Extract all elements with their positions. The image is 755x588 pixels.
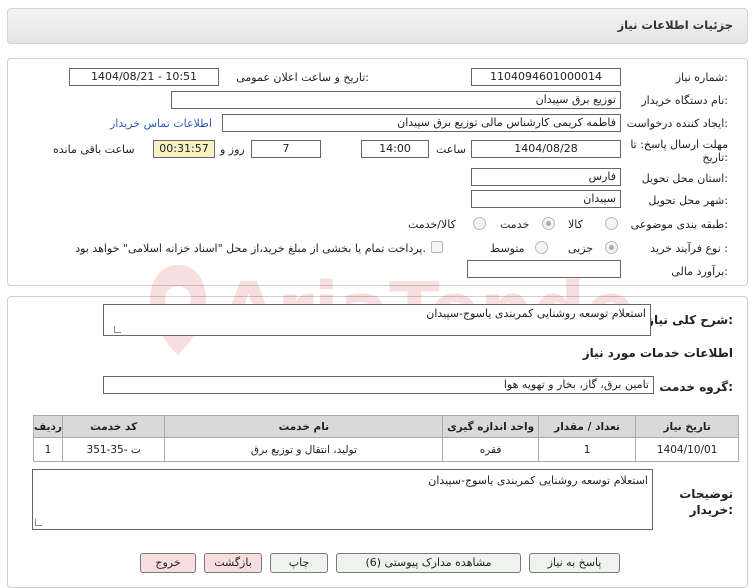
col-row-no: ردیف bbox=[33, 415, 63, 438]
category-goods-label: کالا bbox=[568, 218, 583, 231]
services-table: ردیف کد خدمت نام خدمت واحد اندازه گیری ت… bbox=[33, 415, 739, 462]
treasury-payment-note: پرداخت تمام یا بخشی از مبلغ خرید،از محل … bbox=[75, 242, 426, 255]
category-goods-service-label: کالا/خدمت bbox=[408, 218, 456, 231]
deadline-date-field: 1404/08/28 bbox=[471, 140, 621, 158]
announce-date-field: 1404/08/21 - 10:51 bbox=[69, 68, 219, 86]
estimate-label: برآورد مالی: bbox=[671, 265, 728, 278]
buyer-notes-label: توضیحات bbox=[679, 487, 733, 501]
need-number-label: شماره نیاز: bbox=[675, 71, 728, 84]
deadline-time-field: 14:00 bbox=[361, 140, 429, 158]
creator-field: فاطمه کریمی کارشناس مالی توزیع برق سپیدا… bbox=[222, 114, 621, 132]
treasury-payment-checkbox[interactable] bbox=[431, 241, 443, 253]
service-group-field: تامین برق، گاز، بخار و تهویه هوا bbox=[103, 376, 654, 394]
notes-resize-handle-icon[interactable] bbox=[35, 519, 42, 526]
table-header-row: ردیف کد خدمت نام خدمت واحد اندازه گیری ت… bbox=[33, 415, 739, 438]
category-service-radio[interactable] bbox=[542, 217, 555, 230]
reply-button[interactable]: پاسخ به نیاز bbox=[529, 553, 620, 573]
process-medium-label: متوسط bbox=[490, 242, 525, 255]
deadline-label: مهلت ارسال پاسخ: تا bbox=[630, 138, 728, 151]
page-title: جزئیات اطلاعات نیاز bbox=[617, 18, 733, 32]
description-label: شرح کلی نیاز: bbox=[647, 313, 733, 327]
process-label: نوع فرآیند خرید : bbox=[650, 242, 728, 255]
category-service-label: خدمت bbox=[500, 218, 530, 231]
description-textarea[interactable]: استعلام توسعه روشنایی کمربندی یاسوج-سپید… bbox=[103, 304, 651, 336]
city-field: سپیدان bbox=[471, 190, 621, 208]
view-attachments-button[interactable]: مشاهده مدارک پیوستی (6) bbox=[336, 553, 521, 573]
need-number-field: 1104094601000014 bbox=[471, 68, 621, 86]
col-unit: واحد اندازه گیری bbox=[442, 415, 539, 438]
cell-need-date: 1404/10/01 bbox=[635, 437, 739, 462]
category-label: طبقه بندی موضوعی: bbox=[630, 218, 728, 231]
province-field: فارس bbox=[471, 168, 621, 186]
col-quantity: تعداد / مقدار bbox=[537, 415, 637, 438]
remaining-time-field: 00:31:57 bbox=[153, 140, 215, 158]
creator-label: ایجاد کننده درخواست: bbox=[626, 117, 728, 130]
cell-row-no: 1 bbox=[33, 437, 63, 462]
category-goods-service-radio[interactable] bbox=[473, 217, 486, 230]
deadline-time-label: ساعت bbox=[436, 143, 466, 156]
cell-unit: فقره bbox=[442, 437, 539, 462]
province-label: استان محل تحویل: bbox=[641, 172, 728, 185]
services-section-title: اطلاعات خدمات مورد نیاز bbox=[582, 346, 733, 360]
buyer-org-field: توزیع برق سپیدان bbox=[171, 91, 621, 109]
col-service-name: نام خدمت bbox=[164, 415, 444, 438]
category-goods-radio[interactable] bbox=[605, 217, 618, 230]
deadline-label-date: تاریخ: bbox=[702, 151, 728, 164]
cell-quantity: 1 bbox=[537, 437, 637, 462]
back-button[interactable]: بازگشت bbox=[204, 553, 262, 573]
col-service-code: کد خدمت bbox=[61, 415, 166, 438]
col-need-date: تاریخ نیاز bbox=[635, 415, 739, 438]
buyer-contact-link[interactable]: اطلاعات تماس خریدار bbox=[110, 117, 212, 130]
print-button[interactable]: چاپ bbox=[270, 553, 328, 573]
buyer-notes-label-2: خریدار: bbox=[689, 503, 733, 517]
resize-handle-icon[interactable] bbox=[114, 326, 121, 333]
table-row: 1 ت -35-351 تولید، انتقال و توزیع برق فق… bbox=[33, 437, 739, 462]
announce-date-label: تاریخ و ساعت اعلان عمومی: bbox=[236, 71, 369, 84]
remaining-time-label: ساعت باقی مانده bbox=[53, 143, 135, 156]
city-label: شهر محل تحویل: bbox=[648, 194, 728, 207]
buyer-org-label: نام دستگاه خریدار: bbox=[641, 94, 728, 107]
days-label: روز و bbox=[220, 143, 245, 156]
cell-service-name: تولید، انتقال و توزیع برق bbox=[164, 437, 444, 462]
buyer-notes-textarea[interactable]: استعلام توسعه روشنایی کمربندی یاسوج-سپید… bbox=[32, 469, 653, 530]
remaining-days-field: 7 bbox=[251, 140, 321, 158]
exit-button[interactable]: خروج bbox=[140, 553, 196, 573]
process-medium-radio[interactable] bbox=[535, 241, 548, 254]
cell-service-code: ت -35-351 bbox=[61, 437, 166, 462]
process-minor-label: جزیی bbox=[568, 242, 594, 255]
service-group-label: گروه خدمت: bbox=[659, 380, 733, 394]
process-minor-radio[interactable] bbox=[605, 241, 618, 254]
